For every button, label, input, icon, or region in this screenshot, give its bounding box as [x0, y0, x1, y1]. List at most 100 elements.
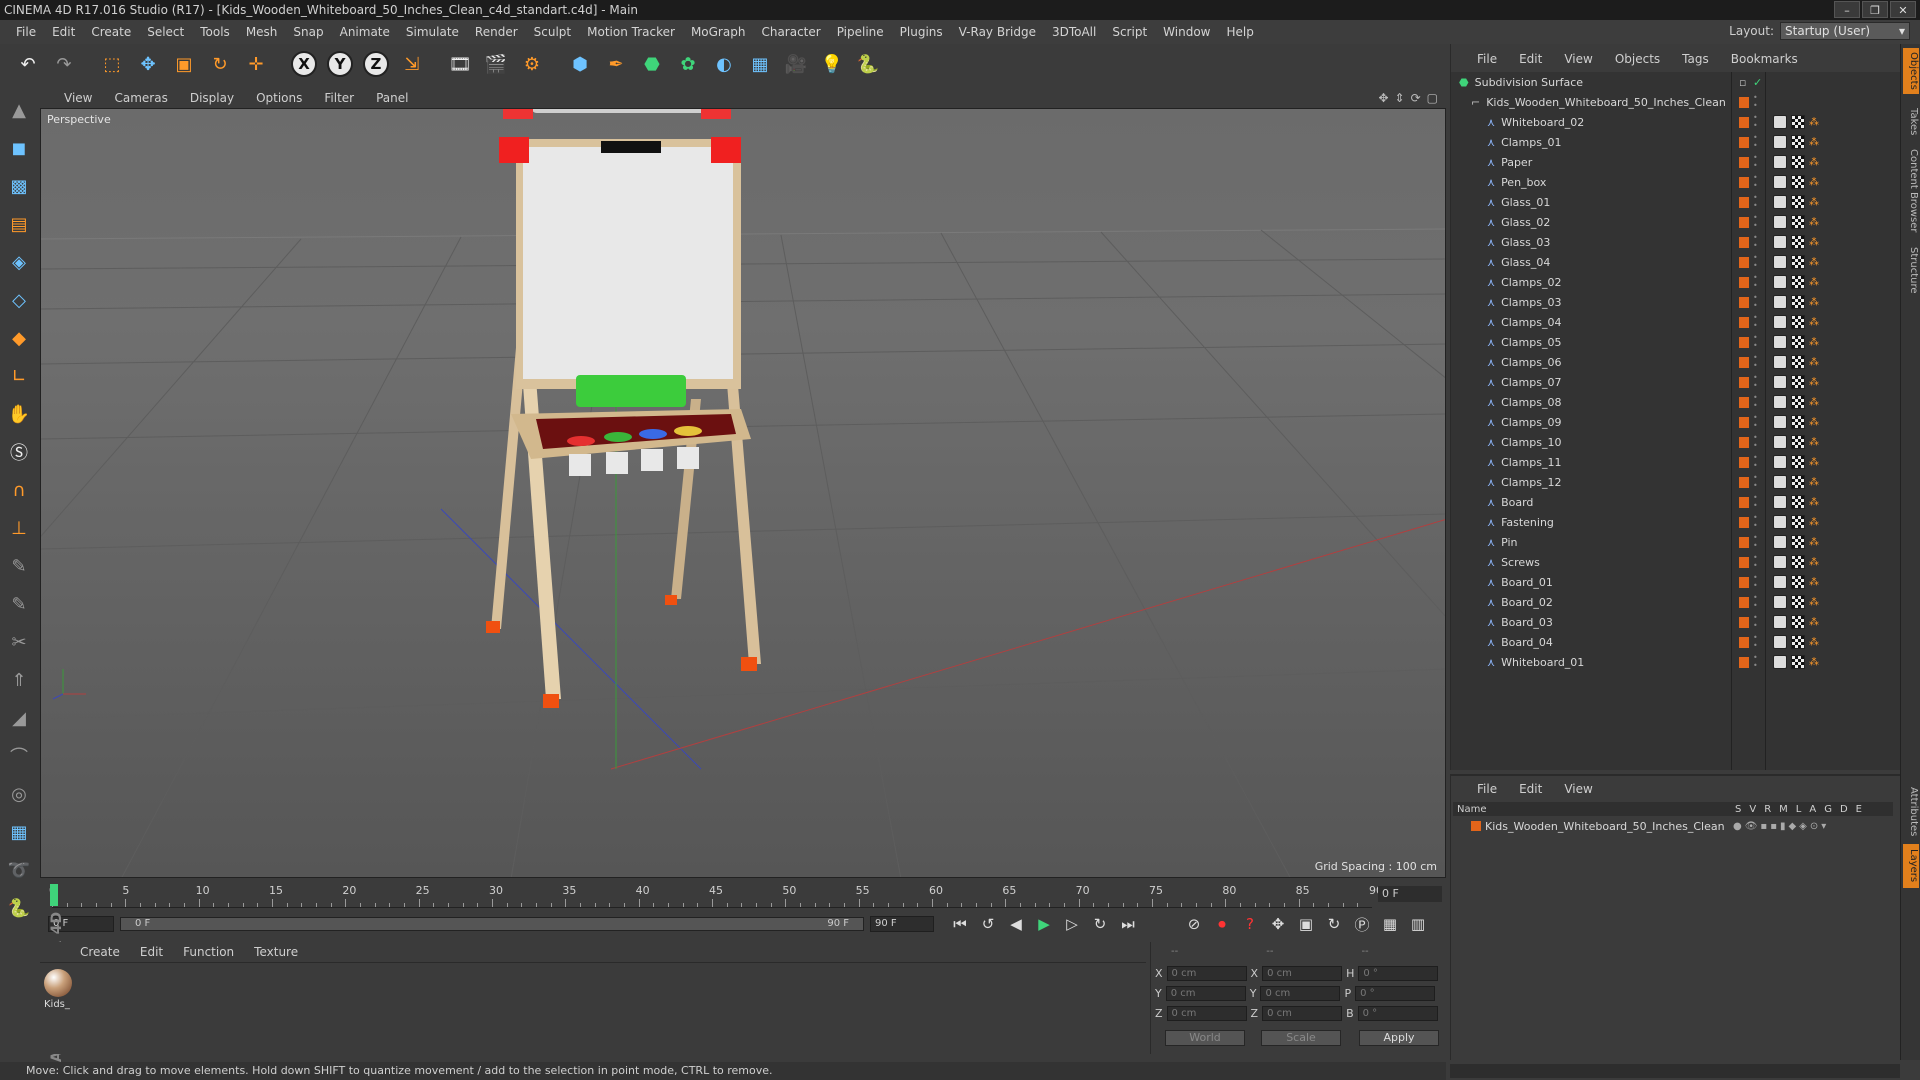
- viewport-menu-cameras[interactable]: Cameras: [114, 91, 167, 105]
- phong-tag-icon[interactable]: ⁂: [1809, 277, 1819, 288]
- viewport-menu-panel[interactable]: Panel: [376, 91, 408, 105]
- material-tag-icon[interactable]: [1773, 555, 1787, 569]
- position-z-field[interactable]: 0 cm: [1166, 1006, 1247, 1021]
- menu-character[interactable]: Character: [753, 25, 828, 39]
- key-param-icon[interactable]: Ⓟ: [1350, 912, 1374, 936]
- visibility-dots-icon[interactable]: • •: [1753, 234, 1758, 250]
- light-icon[interactable]: 💡: [816, 48, 848, 80]
- layer-color-chip[interactable]: [1739, 176, 1749, 188]
- material-tag-icon[interactable]: [1773, 215, 1787, 229]
- object-row[interactable]: ⋏ Clamps_06 • • ⁂: [1451, 352, 1901, 372]
- om-menu-edit[interactable]: Edit: [1519, 52, 1542, 66]
- move-tool-icon[interactable]: ✥: [132, 48, 164, 80]
- material-tag-icon[interactable]: [1773, 535, 1787, 549]
- y-axis-lock-icon[interactable]: Y: [324, 48, 356, 80]
- object-row[interactable]: ⋏ Clamps_05 • • ⁂: [1451, 332, 1901, 352]
- material-menu-texture[interactable]: Texture: [254, 945, 298, 959]
- visibility-dots-icon[interactable]: • •: [1753, 114, 1758, 130]
- z-axis-lock-icon[interactable]: Z: [360, 48, 392, 80]
- material-tag-icon[interactable]: [1773, 395, 1787, 409]
- subdivision-surface-icon[interactable]: ⬣: [636, 48, 668, 80]
- rotate-tool-icon[interactable]: ↻: [204, 48, 236, 80]
- object-row[interactable]: ⋏ Clamps_11 • • ⁂: [1451, 452, 1901, 472]
- visibility-dots-icon[interactable]: • •: [1753, 314, 1758, 330]
- visibility-dots-icon[interactable]: • •: [1753, 514, 1758, 530]
- tree-row-root[interactable]: ⬣ Subdivision Surface ▫ ✓: [1451, 72, 1901, 92]
- texture-tag-icon[interactable]: [1791, 275, 1805, 289]
- texture-tag-icon[interactable]: [1791, 555, 1805, 569]
- phong-tag-icon[interactable]: ⁂: [1809, 177, 1819, 188]
- viewport-menu-options[interactable]: Options: [256, 91, 302, 105]
- layer-color-chip[interactable]: [1739, 336, 1749, 348]
- render-view-icon[interactable]: 🎞: [444, 48, 476, 80]
- object-row[interactable]: ⋏ Pen_box • • ⁂: [1451, 172, 1901, 192]
- size-mode-dropdown[interactable]: Scale: [1261, 1030, 1341, 1046]
- visibility-dots-icon[interactable]: • •: [1753, 474, 1758, 490]
- material-tag-icon[interactable]: [1773, 655, 1787, 669]
- menu-script[interactable]: Script: [1104, 25, 1155, 39]
- visibility-dots-icon[interactable]: • •: [1753, 634, 1758, 650]
- x-axis-lock-icon[interactable]: X: [288, 48, 320, 80]
- layer-col-solo[interactable]: S: [1735, 804, 1741, 815]
- position-x-field[interactable]: 0 cm: [1166, 966, 1247, 981]
- texture-mode-icon[interactable]: ▩: [3, 170, 35, 202]
- workplane-icon[interactable]: ▤: [3, 208, 35, 240]
- texture-tag-icon[interactable]: [1791, 455, 1805, 469]
- visibility-dots-icon[interactable]: • •: [1753, 594, 1758, 610]
- menu-edit[interactable]: Edit: [44, 25, 83, 39]
- texture-tag-icon[interactable]: [1791, 575, 1805, 589]
- phong-tag-icon[interactable]: ⁂: [1809, 537, 1819, 548]
- layer-color-chip[interactable]: [1739, 476, 1749, 488]
- visibility-dots-icon[interactable]: • •: [1753, 194, 1758, 210]
- layer-color-chip[interactable]: [1739, 556, 1749, 568]
- material-tag-icon[interactable]: [1773, 155, 1787, 169]
- phong-tag-icon[interactable]: ⁂: [1809, 557, 1819, 568]
- layer-color-chip[interactable]: [1739, 296, 1749, 308]
- layer-color-chip[interactable]: [1739, 156, 1749, 168]
- layer-color-chip[interactable]: [1739, 216, 1749, 228]
- object-row[interactable]: ⋏ Clamps_04 • • ⁂: [1451, 312, 1901, 332]
- layer-color-chip[interactable]: [1739, 276, 1749, 288]
- autokeying-icon[interactable]: ?: [1238, 912, 1262, 936]
- object-row[interactable]: ⋏ Glass_03 • • ⁂: [1451, 232, 1901, 252]
- texture-tag-icon[interactable]: [1791, 415, 1805, 429]
- tab-attributes[interactable]: Attributes: [1903, 784, 1919, 840]
- visibility-dots-icon[interactable]: • •: [1753, 94, 1758, 110]
- menu-snap[interactable]: Snap: [285, 25, 331, 39]
- layer-col-deformers[interactable]: D: [1840, 804, 1848, 815]
- material-tag-icon[interactable]: [1773, 375, 1787, 389]
- deformer-icon[interactable]: ◐: [708, 48, 740, 80]
- layer-color-chip[interactable]: [1739, 416, 1749, 428]
- phong-tag-icon[interactable]: ⁂: [1809, 337, 1819, 348]
- menu-file[interactable]: File: [8, 25, 44, 39]
- viewport-pan-icon[interactable]: ✥: [1378, 91, 1388, 105]
- visibility-dots-icon[interactable]: • •: [1753, 214, 1758, 230]
- menu-mograph[interactable]: MoGraph: [683, 25, 754, 39]
- 3d-viewport[interactable]: Perspective Grid Spacing : 100 cm: [40, 108, 1446, 878]
- texture-tag-icon[interactable]: [1791, 355, 1805, 369]
- keyframe-selection-icon[interactable]: ⊘: [1182, 912, 1206, 936]
- layer-color-chip[interactable]: [1739, 116, 1749, 128]
- timeline-icon[interactable]: ▥: [1406, 912, 1430, 936]
- bridge-icon[interactable]: ⌒: [3, 740, 35, 772]
- material-tag-icon[interactable]: [1773, 515, 1787, 529]
- position-y-field[interactable]: 0 cm: [1165, 986, 1246, 1001]
- material-tag-icon[interactable]: [1773, 615, 1787, 629]
- phong-tag-icon[interactable]: ⁂: [1809, 257, 1819, 268]
- visibility-dots-icon[interactable]: • •: [1753, 354, 1758, 370]
- end-frame-field[interactable]: 90 F: [870, 916, 934, 932]
- tweak-mode-icon[interactable]: ✋: [3, 398, 35, 430]
- phong-tag-icon[interactable]: ⁂: [1809, 597, 1819, 608]
- material-tag-icon[interactable]: [1773, 635, 1787, 649]
- viewport-menu-filter[interactable]: Filter: [324, 91, 354, 105]
- layer-col-view[interactable]: V: [1749, 804, 1756, 815]
- model-mode-icon[interactable]: ◼: [3, 132, 35, 164]
- layer-color-chip[interactable]: [1739, 136, 1749, 148]
- layer-color-chip[interactable]: [1739, 256, 1749, 268]
- object-row[interactable]: ⋏ Clamps_08 • • ⁂: [1451, 392, 1901, 412]
- material-name[interactable]: Kids_: [44, 999, 70, 1010]
- object-row[interactable]: ⋏ Screws • • ⁂: [1451, 552, 1901, 572]
- key-rotation-icon[interactable]: ↻: [1322, 912, 1346, 936]
- material-tag-icon[interactable]: [1773, 275, 1787, 289]
- material-tag-icon[interactable]: [1773, 355, 1787, 369]
